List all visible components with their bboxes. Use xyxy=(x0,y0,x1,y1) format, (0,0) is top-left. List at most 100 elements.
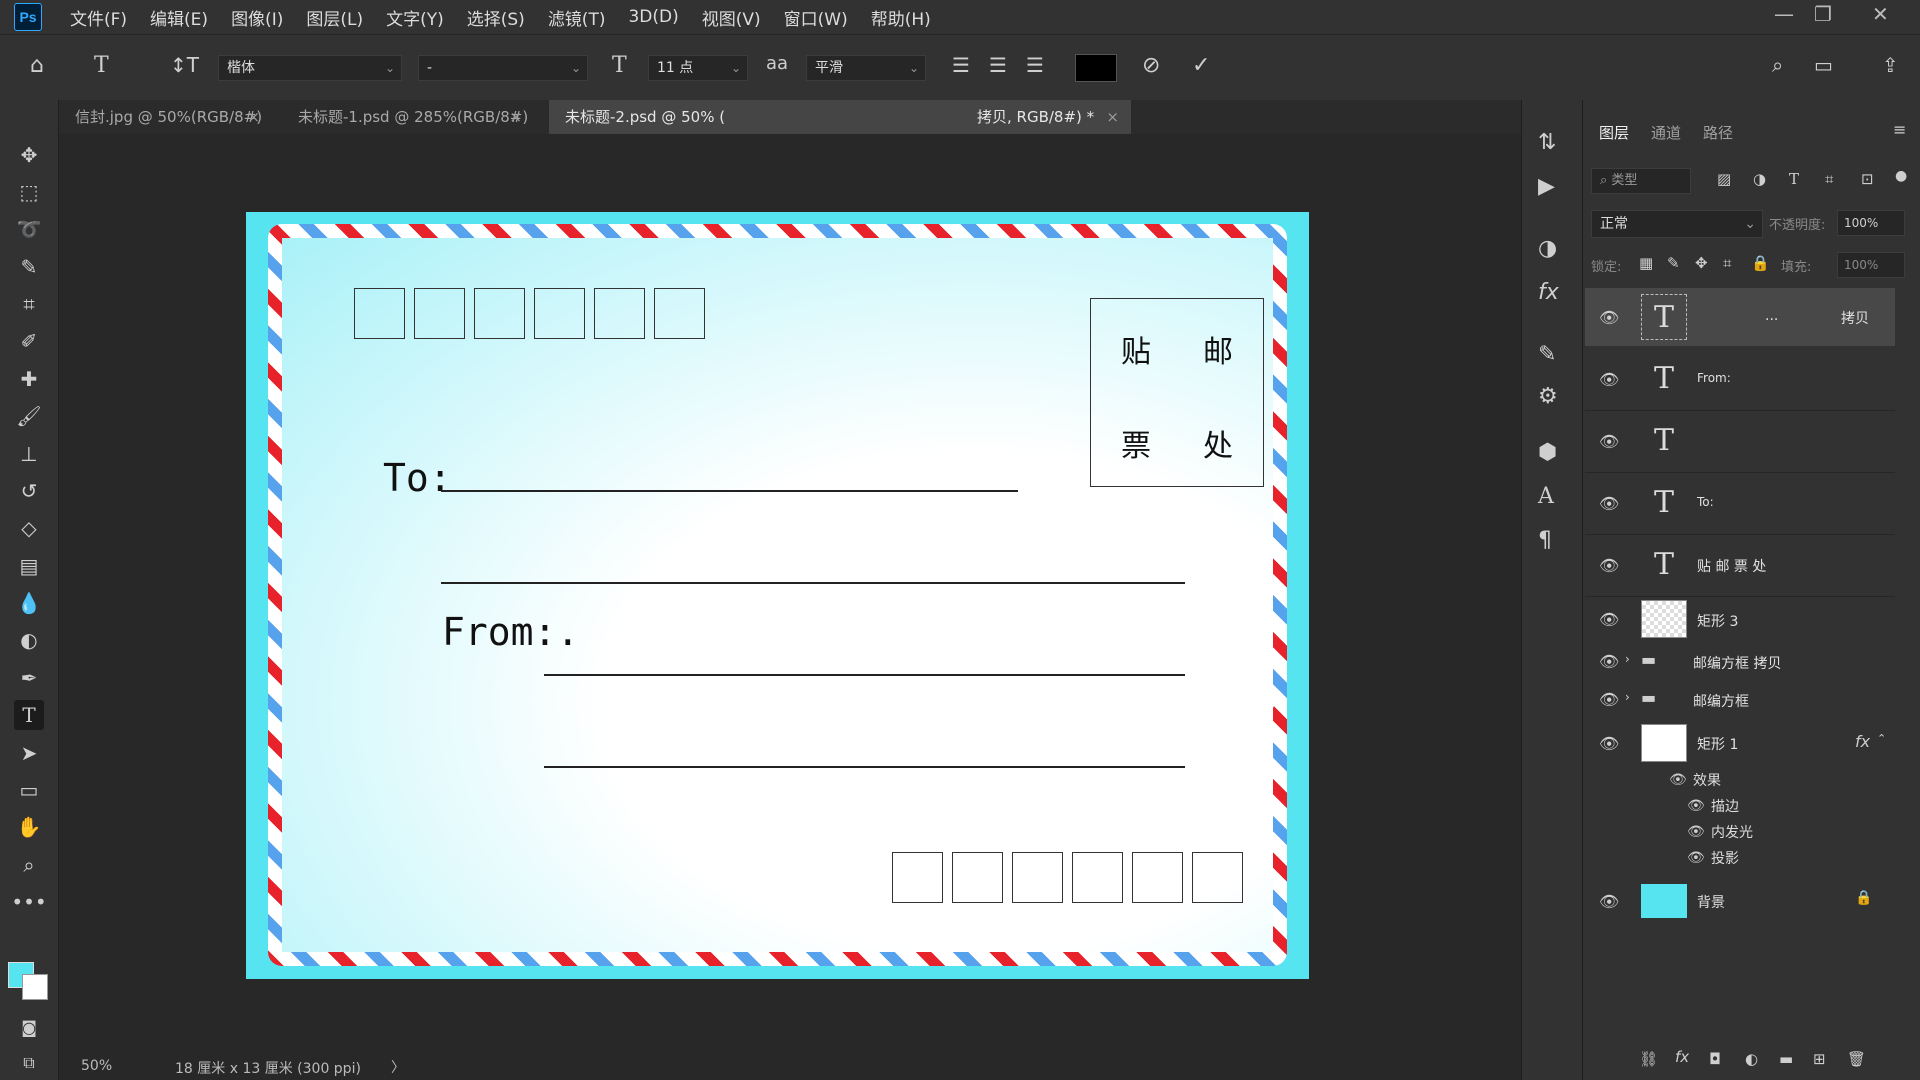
share-icon[interactable]: ⇪ xyxy=(1882,53,1899,77)
close-icon[interactable]: ✕ xyxy=(1872,2,1889,26)
brush-tool-icon[interactable]: 🖌 xyxy=(14,401,44,431)
layer-row-background[interactable]: 👁 背景 🔒 xyxy=(1585,878,1895,924)
menu-layer[interactable]: 图层(L) xyxy=(306,5,363,30)
layer-row-empty-text[interactable]: 👁 T xyxy=(1585,412,1895,470)
tab-untitled-1[interactable]: 未标题-1.psd @ 285%(RGB/8#) × xyxy=(282,100,534,134)
cancel-edit-icon[interactable]: ⊘ xyxy=(1142,53,1160,78)
status-menu-arrow[interactable]: 〉 xyxy=(391,1057,405,1077)
lock-position-icon[interactable]: ✥ xyxy=(1695,254,1708,272)
marquee-tool-icon[interactable]: ⬚ xyxy=(14,177,44,207)
layer-row-rect3[interactable]: 👁 矩形 3 xyxy=(1585,598,1895,642)
visibility-eye-icon[interactable]: 👁 xyxy=(1599,556,1619,575)
align-left-icon[interactable]: ☰ xyxy=(952,53,970,77)
workspace-icon[interactable]: ▭ xyxy=(1814,53,1833,77)
screen-mode-icon[interactable]: ⧉ xyxy=(14,1048,44,1078)
lock-artboard-icon[interactable]: ⌗ xyxy=(1723,254,1731,272)
delete-layer-icon[interactable]: 🗑 xyxy=(1847,1050,1866,1068)
eyedropper-tool-icon[interactable]: ✐ xyxy=(14,326,44,356)
close-tab-icon[interactable]: × xyxy=(247,100,260,134)
link-layers-icon[interactable]: ⛓ xyxy=(1639,1050,1658,1068)
menu-help[interactable]: 帮助(H) xyxy=(871,5,931,30)
effect-drop-shadow[interactable]: 投影 xyxy=(1711,848,1739,868)
zoom-level[interactable]: 50% xyxy=(81,1058,112,1074)
path-select-tool-icon[interactable]: ➤ xyxy=(14,738,44,768)
dodge-tool-icon[interactable]: ◐ xyxy=(14,625,44,655)
menu-view[interactable]: 视图(V) xyxy=(702,5,761,30)
layer-row-stamp-text[interactable]: 👁 T 贴 邮 票 处 xyxy=(1585,536,1895,594)
visibility-eye-icon[interactable]: 👁 xyxy=(1599,610,1619,629)
collapse-effects-icon[interactable]: ⌃ xyxy=(1877,732,1886,745)
menu-3d[interactable]: 3D(D) xyxy=(628,7,678,27)
3d-icon[interactable]: ⬢ xyxy=(1538,440,1557,465)
type-tool-icon[interactable]: T xyxy=(14,700,44,730)
align-right-icon[interactable]: ☰ xyxy=(1026,53,1044,77)
opacity-input[interactable]: 100% xyxy=(1837,210,1905,236)
visibility-eye-icon[interactable]: 👁 xyxy=(1599,690,1619,709)
menu-file[interactable]: 文件(F) xyxy=(70,5,127,30)
layer-row-zip-group[interactable]: 👁 › ▬ 邮编方框 xyxy=(1585,682,1895,718)
close-tab-icon[interactable]: × xyxy=(1106,100,1119,134)
align-center-icon[interactable]: ☰ xyxy=(989,53,1007,77)
new-adjustment-icon[interactable]: ◐ xyxy=(1745,1050,1758,1068)
crop-tool-icon[interactable]: ⌗ xyxy=(14,289,44,319)
visibility-eye-icon[interactable]: 👁 xyxy=(1599,892,1619,911)
layer-filter-select[interactable]: ⌕ 类型 xyxy=(1591,168,1691,194)
type-tool-preset-icon[interactable]: T xyxy=(94,53,109,78)
menu-window[interactable]: 窗口(W) xyxy=(784,5,848,30)
menu-select[interactable]: 选择(S) xyxy=(467,5,525,30)
font-style-select[interactable]: - ⌄ xyxy=(418,55,588,81)
home-icon[interactable]: ⌂ xyxy=(30,53,44,78)
text-color-swatch[interactable] xyxy=(1075,54,1117,82)
move-tool-icon[interactable]: ✥ xyxy=(14,140,44,170)
chevron-right-icon[interactable]: › xyxy=(1625,690,1630,704)
more-tools-icon[interactable]: ••• xyxy=(11,887,46,917)
filter-pixel-icon[interactable]: ▨ xyxy=(1717,170,1731,188)
menu-type[interactable]: 文字(Y) xyxy=(386,5,444,30)
eraser-tool-icon[interactable]: ◇ xyxy=(14,513,44,543)
quick-mask-icon[interactable]: ◙ xyxy=(14,1012,44,1042)
visibility-eye-icon[interactable]: 👁 xyxy=(1599,308,1619,327)
lasso-tool-icon[interactable]: ➰ xyxy=(14,214,44,244)
visibility-eye-icon[interactable]: 👁 xyxy=(1599,370,1619,389)
filter-shape-icon[interactable]: ⌗ xyxy=(1825,170,1833,188)
history-brush-tool-icon[interactable]: ↺ xyxy=(14,476,44,506)
close-tab-icon[interactable]: × xyxy=(509,100,522,134)
history-icon[interactable]: ⇅ xyxy=(1538,130,1556,155)
healing-tool-icon[interactable]: ✚ xyxy=(14,364,44,394)
antialias-select[interactable]: 平滑 ⌄ xyxy=(806,55,926,81)
adjustments-icon[interactable]: ◑ xyxy=(1538,236,1557,261)
tab-untitled-2[interactable]: 未标题-2.psd @ 50% (拷贝, RGB/8#) * × xyxy=(549,100,1131,134)
visibility-eye-icon[interactable]: 👁 xyxy=(1687,850,1705,866)
minimize-icon[interactable]: — xyxy=(1774,2,1794,26)
fill-input[interactable]: 100% xyxy=(1837,252,1905,278)
effect-stroke[interactable]: 描边 xyxy=(1711,796,1739,816)
visibility-eye-icon[interactable]: 👁 xyxy=(1599,652,1619,671)
add-mask-icon[interactable]: ◘ xyxy=(1709,1050,1721,1068)
brush-settings-icon[interactable]: ⚙ xyxy=(1538,384,1558,409)
gradient-tool-icon[interactable]: ▤ xyxy=(14,551,44,581)
new-layer-icon[interactable]: ⊞ xyxy=(1813,1050,1826,1068)
pen-tool-icon[interactable]: ✒ xyxy=(14,663,44,693)
paragraph-icon[interactable]: ¶ xyxy=(1538,528,1552,553)
filter-type-icon[interactable]: T xyxy=(1789,170,1799,188)
lock-transparent-icon[interactable]: ▦ xyxy=(1639,254,1653,272)
text-orientation-icon[interactable]: ↕T xyxy=(170,53,199,77)
blend-mode-select[interactable]: 正常 ⌄ xyxy=(1591,210,1763,238)
quick-select-tool-icon[interactable]: ✎ xyxy=(14,252,44,282)
restore-icon[interactable]: ❐ xyxy=(1814,2,1832,26)
tab-layers[interactable]: 图层 xyxy=(1599,122,1629,143)
visibility-eye-icon[interactable]: 👁 xyxy=(1687,824,1705,840)
document-canvas[interactable]: 贴 邮 票 处 To: From:. xyxy=(246,212,1309,979)
lock-all-icon[interactable]: 🔒 xyxy=(1751,254,1770,272)
tab-channels[interactable]: 通道 xyxy=(1651,122,1681,143)
character-icon[interactable]: A xyxy=(1538,484,1554,509)
font-size-select[interactable]: 11 点 ⌄ xyxy=(648,55,748,81)
layer-row-from[interactable]: 👁 T From: xyxy=(1585,350,1895,408)
fx-badge-icon[interactable]: fx xyxy=(1855,732,1870,751)
effect-inner-glow[interactable]: 内发光 xyxy=(1711,822,1753,842)
filter-smart-object-icon[interactable]: ⊡ xyxy=(1861,170,1874,188)
rectangle-tool-icon[interactable]: ▭ xyxy=(14,775,44,805)
commit-check-icon[interactable]: ✓ xyxy=(1192,53,1210,78)
layer-row-to[interactable]: 👁 T To: xyxy=(1585,474,1895,532)
visibility-eye-icon[interactable]: 👁 xyxy=(1687,798,1705,814)
